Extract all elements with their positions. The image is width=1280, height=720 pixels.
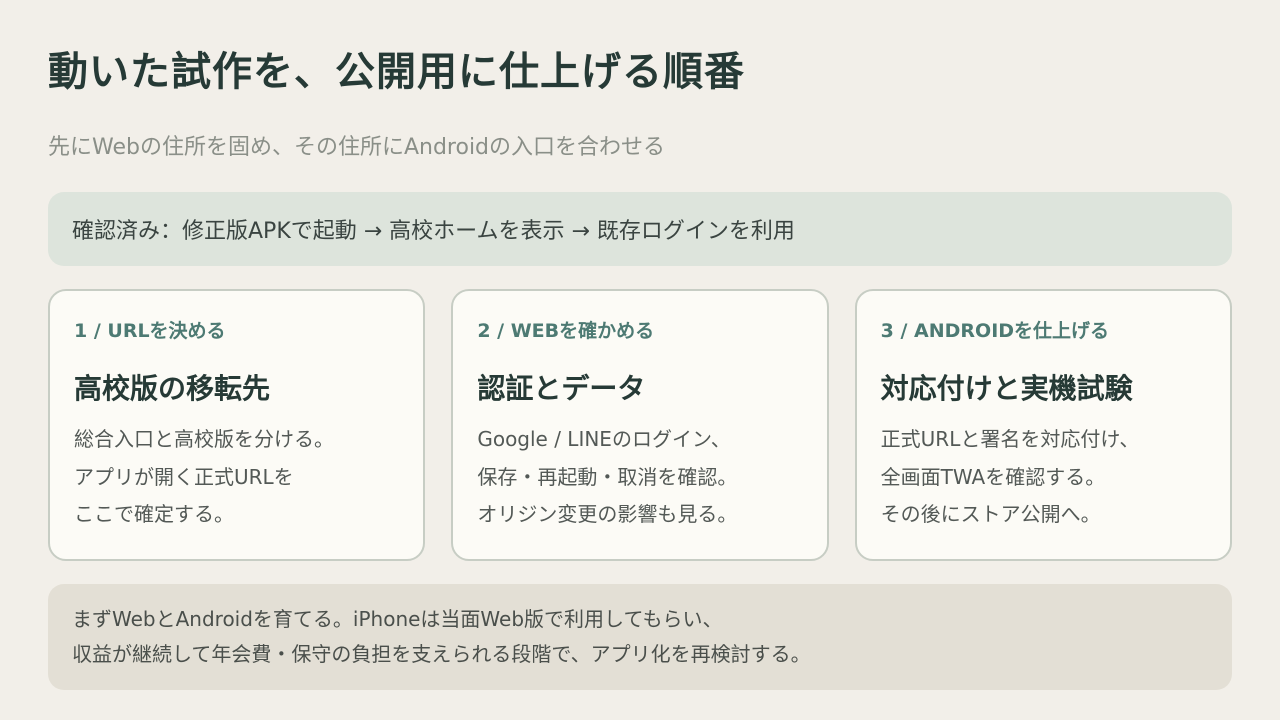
card-step-label: 1 / URLを決める xyxy=(74,320,226,342)
card-body: 正式URLと署名を対応付け、 全画面TWAを確認する。 その後にストア公開へ。 xyxy=(881,421,1206,534)
card-title: 認証とデータ xyxy=(477,372,646,405)
card-title: 対応付けと実機試験 xyxy=(880,372,1133,405)
step-card-web: 2 / WEBを確かめる 認証とデータ Google / LINEのログイン、 … xyxy=(451,289,829,561)
card-line: アプリが開く正式URLを xyxy=(74,464,294,489)
step-card-url: 1 / URLを決める 高校版の移転先 総合入口と高校版を分ける。 アプリが開く… xyxy=(48,289,426,561)
card-line: 総合入口と高校版を分ける。 xyxy=(74,427,334,451)
card-step-label: 3 / ANDROIDを仕上げる xyxy=(880,320,1110,342)
card-line: オリジン変更の影響も見る。 xyxy=(477,502,738,526)
step-cards: 1 / URLを決める 高校版の移転先 総合入口と高校版を分ける。 アプリが開く… xyxy=(48,289,1232,561)
card-title: 高校版の移転先 xyxy=(74,372,271,405)
card-line: 正式URLと署名を対応付け、 xyxy=(880,427,1140,451)
card-line: 保存・再起動・取消を確認。 xyxy=(477,464,738,489)
footer-line: 収益が継続して年会費・保守の負担を支えられる段階で、アプリ化を再検討する。 xyxy=(72,642,811,666)
footer-line: まずWebとAndroidを育てる。iPhoneは当面Web版で利用してもらい、 xyxy=(72,607,723,631)
card-line: Google / LINEのログイン、 xyxy=(477,427,731,451)
card-body: Google / LINEのログイン、 保存・再起動・取消を確認。 オリジン変更… xyxy=(477,421,802,534)
page-title: 動いた試作を、公開用に仕上げる順番 xyxy=(48,49,745,95)
card-line: その後にストア公開へ。 xyxy=(880,502,1101,526)
step-card-android: 3 / ANDROIDを仕上げる 対応付けと実機試験 正式URLと署名を対応付け… xyxy=(854,289,1232,561)
page-subtitle: 先にWebの住所を固め、その住所にAndroidの入口を合わせる xyxy=(48,135,666,160)
status-banner-text: 確認済み：修正版APKで起動 → 高校ホームを表示 → 既存ログインを利用 xyxy=(72,219,795,244)
card-step-label: 2 / WEBを確かめる xyxy=(477,320,655,342)
footer-note: まずWebとAndroidを育てる。iPhoneは当面Web版で利用してもらい、… xyxy=(48,584,1232,690)
card-line: ここで確定する。 xyxy=(74,502,234,526)
card-line: 全画面TWAを確認する。 xyxy=(880,464,1106,489)
status-banner: 確認済み：修正版APKで起動 → 高校ホームを表示 → 既存ログインを利用 xyxy=(48,192,1232,266)
card-body: 総合入口と高校版を分ける。 アプリが開く正式URLを ここで確定する。 xyxy=(74,421,399,534)
